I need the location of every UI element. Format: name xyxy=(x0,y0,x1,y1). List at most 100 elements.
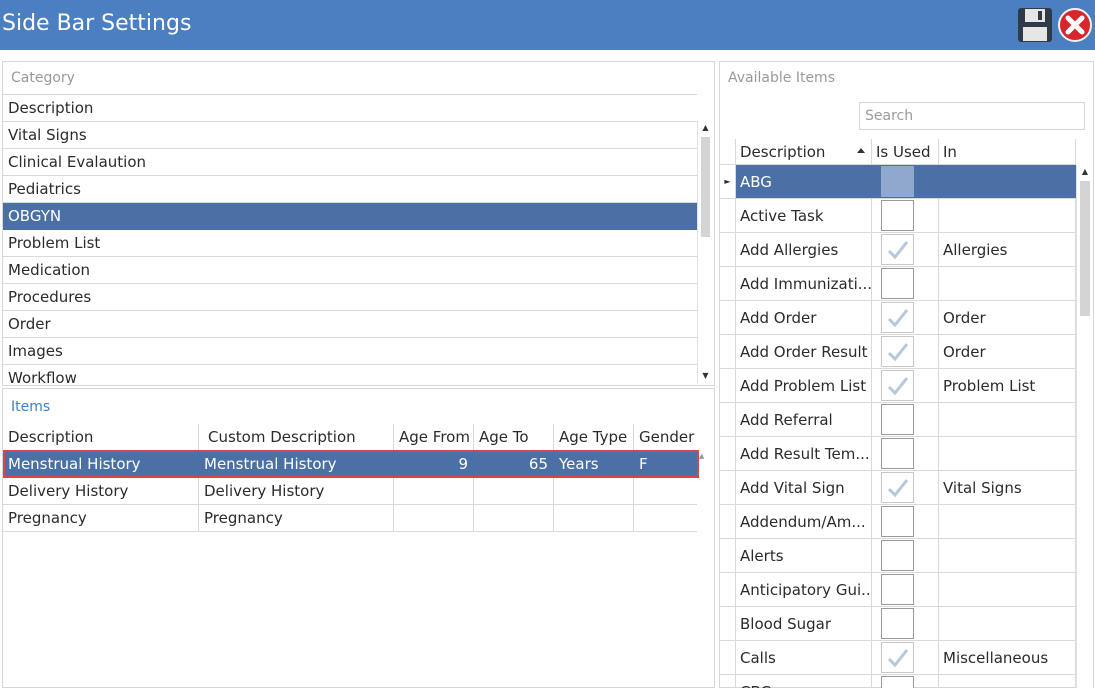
available-item-row[interactable]: Add Order Result Order xyxy=(720,335,1076,369)
available-item-row[interactable]: CBC xyxy=(720,675,1076,688)
is-used-checkbox[interactable] xyxy=(881,234,914,265)
available-item-description-text: Add Vital Sign xyxy=(740,479,845,497)
col-is-used[interactable]: Is Used xyxy=(872,139,939,164)
items-row[interactable]: Pregnancy Pregnancy xyxy=(3,505,697,532)
available-item-description-text: Add Allergies xyxy=(740,241,839,259)
available-items-label: Available Items xyxy=(728,70,835,86)
is-used-checkbox[interactable] xyxy=(881,540,914,571)
cell-description: Delivery History xyxy=(3,478,199,505)
is-used-checkbox[interactable] xyxy=(881,438,914,469)
is-used-checkbox[interactable] xyxy=(881,506,914,537)
col-available-description-label: Description xyxy=(740,143,826,161)
available-item-description-text: Add Order Result xyxy=(740,343,868,361)
col-custom-description[interactable]: Custom Description xyxy=(199,424,394,451)
available-item-description: Calls xyxy=(736,641,872,674)
col-in[interactable]: In xyxy=(939,139,1076,164)
col-age-to[interactable]: Age To xyxy=(474,424,554,451)
available-scrollbar[interactable]: ▲ xyxy=(1076,165,1093,688)
category-item[interactable]: Medication xyxy=(3,257,697,284)
search-input[interactable] xyxy=(859,102,1085,130)
col-age-from[interactable]: Age From xyxy=(394,424,474,451)
close-icon[interactable] xyxy=(1057,7,1093,43)
category-column-header[interactable]: Description xyxy=(3,95,697,122)
is-used-checkbox[interactable] xyxy=(881,608,914,639)
row-indicator xyxy=(720,369,736,402)
cell-description: Pregnancy xyxy=(3,505,199,532)
is-used-cell xyxy=(872,165,939,198)
available-item-description-text: Calls xyxy=(740,649,776,667)
is-used-checkbox[interactable] xyxy=(881,200,914,231)
scroll-up-icon[interactable]: ▲ xyxy=(698,121,713,135)
cell-age-type xyxy=(554,478,634,505)
col-available-description[interactable]: Description xyxy=(736,139,872,164)
available-item-description: Add Problem List xyxy=(736,369,872,402)
available-item-description: Add Order xyxy=(736,301,872,334)
col-description[interactable]: Description xyxy=(3,424,199,451)
category-item[interactable]: OBGYN xyxy=(3,203,697,230)
available-item-description-text: Add Order xyxy=(740,309,817,327)
cell-custom-description: Delivery History xyxy=(199,478,394,505)
category-item[interactable]: Workflow xyxy=(3,365,697,383)
in-cell-text: Vital Signs xyxy=(943,479,1022,497)
cell-custom-description: Menstrual History xyxy=(199,451,394,478)
available-item-row[interactable]: Add Referral xyxy=(720,403,1076,437)
available-item-row[interactable]: ► ABG xyxy=(720,165,1076,199)
is-used-checkbox[interactable] xyxy=(881,302,914,333)
category-item[interactable]: Images xyxy=(3,338,697,365)
is-used-checkbox[interactable] xyxy=(881,642,914,673)
available-item-row[interactable]: Active Task xyxy=(720,199,1076,233)
row-indicator xyxy=(720,267,736,300)
available-item-row[interactable]: Add Problem List Problem List xyxy=(720,369,1076,403)
save-icon[interactable] xyxy=(1017,7,1053,43)
available-item-description: Addendum/Am... xyxy=(736,505,872,538)
available-item-row[interactable]: Addendum/Am... xyxy=(720,505,1076,539)
row-indicator xyxy=(720,335,736,368)
col-is-used-label: Is Used xyxy=(876,143,931,161)
is-used-checkbox[interactable] xyxy=(881,574,914,605)
is-used-checkbox[interactable] xyxy=(881,268,914,299)
in-cell: Problem List xyxy=(939,369,1076,402)
available-item-row[interactable]: Add Vital Sign Vital Signs xyxy=(720,471,1076,505)
row-indicator xyxy=(720,607,736,640)
category-item[interactable]: Vital Signs xyxy=(3,122,697,149)
cell-age-to xyxy=(474,505,554,532)
is-used-checkbox[interactable] xyxy=(881,370,914,401)
available-scroll-up-icon[interactable]: ▲ xyxy=(1077,165,1093,179)
category-item[interactable]: Procedures xyxy=(3,284,697,311)
available-header-row: Description Is Used In xyxy=(720,139,1076,165)
category-item[interactable]: Clinical Evalaution xyxy=(3,149,697,176)
available-item-row[interactable]: Alerts xyxy=(720,539,1076,573)
available-item-row[interactable]: Anticipatory Gui... xyxy=(720,573,1076,607)
is-used-checkbox[interactable] xyxy=(881,676,914,688)
items-scroll-up-icon[interactable]: ▲ xyxy=(699,452,704,460)
category-item[interactable]: Pediatrics xyxy=(3,176,697,203)
is-used-checkbox[interactable] xyxy=(881,166,914,197)
available-item-row[interactable]: Add Immunizati... xyxy=(720,267,1076,301)
available-item-description: CBC xyxy=(736,675,872,688)
category-scrollbar[interactable]: ▲ ▼ xyxy=(697,121,713,383)
in-cell xyxy=(939,267,1076,300)
cell-age-from xyxy=(394,505,474,532)
items-row[interactable]: Menstrual History Menstrual History 9 65 Yea… xyxy=(3,451,697,478)
category-item[interactable]: Order xyxy=(3,311,697,338)
available-item-description-text: Add Referral xyxy=(740,411,833,429)
available-item-description-text: Add Problem List xyxy=(740,377,867,395)
in-cell-text: Problem List xyxy=(943,377,1036,395)
scroll-thumb[interactable] xyxy=(701,137,710,237)
col-age-type[interactable]: Age Type xyxy=(554,424,634,451)
window-title: Side Bar Settings xyxy=(2,11,192,36)
available-scroll-thumb[interactable] xyxy=(1080,181,1090,316)
in-cell-text: Order xyxy=(943,343,986,361)
category-item[interactable]: Problem List xyxy=(3,230,697,257)
is-used-checkbox[interactable] xyxy=(881,336,914,367)
is-used-checkbox[interactable] xyxy=(881,404,914,435)
items-row[interactable]: Delivery History Delivery History xyxy=(3,478,697,505)
available-item-row[interactable]: Add Order Order xyxy=(720,301,1076,335)
col-gender[interactable]: Gender xyxy=(634,424,697,451)
scroll-down-icon[interactable]: ▼ xyxy=(698,369,713,383)
is-used-checkbox[interactable] xyxy=(881,472,914,503)
available-item-row[interactable]: Blood Sugar xyxy=(720,607,1076,641)
available-item-row[interactable]: Calls Miscellaneous xyxy=(720,641,1076,675)
available-item-row[interactable]: Add Result Tem... xyxy=(720,437,1076,471)
available-item-row[interactable]: Add Allergies Allergies xyxy=(720,233,1076,267)
